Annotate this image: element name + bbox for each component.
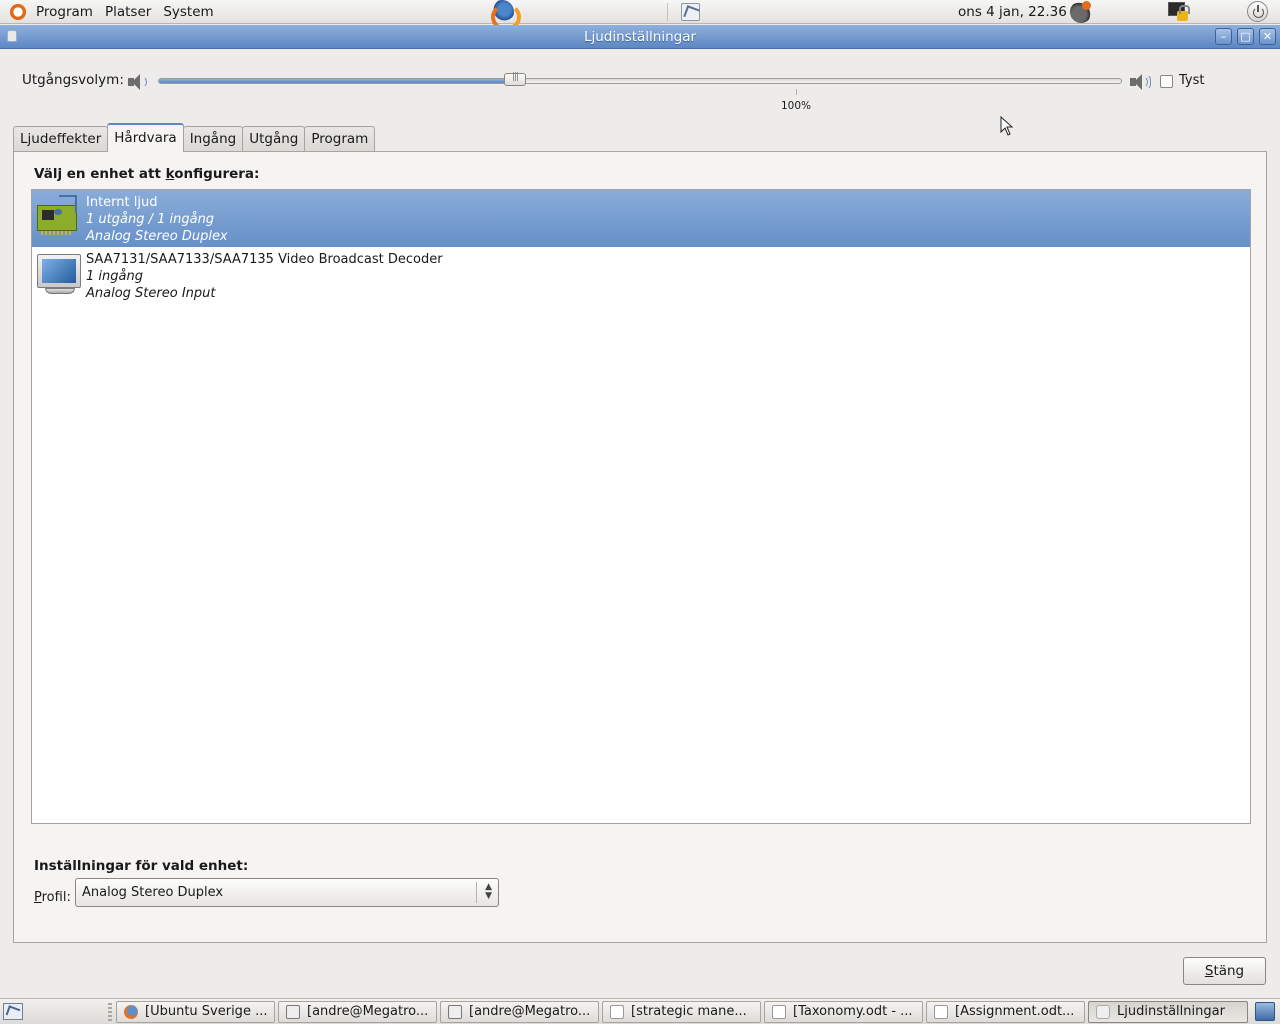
tab-applications[interactable]: Program — [304, 126, 376, 152]
sound-prefs-icon — [1096, 1005, 1110, 1019]
output-volume-label: Utgångsvolym: — [22, 72, 124, 88]
profile-selected-value: Analog Stereo Duplex — [82, 885, 224, 900]
document-icon — [772, 1005, 786, 1019]
device-io: 1 utgång / 1 ingång — [86, 212, 215, 227]
window-title: Ljudinställningar — [583, 29, 697, 45]
device-name: SAA7131/SAA7133/SAA7135 Video Broadcast … — [86, 252, 443, 267]
screenshot-launcher-icon[interactable] — [681, 3, 700, 21]
trash-icon[interactable] — [1255, 1002, 1275, 1021]
volume-tick-label: 100% — [781, 100, 812, 112]
speaker-low-icon — [128, 73, 147, 91]
menu-program[interactable]: Program — [30, 0, 99, 24]
hardware-tab-page: Välj en enhet att konfigurera: Internt l… — [13, 151, 1267, 943]
taskbar-item-sound-prefs[interactable]: Ljudinställningar — [1088, 1001, 1248, 1023]
firefox-icon — [124, 1005, 138, 1019]
mute-checkbox[interactable] — [1160, 75, 1173, 88]
taskbar-handle[interactable] — [108, 1003, 112, 1021]
clock[interactable]: ons 4 jan, 22.36 — [958, 4, 1067, 20]
updown-arrows-icon: ▲ ▼ — [485, 882, 492, 901]
show-desktop-icon[interactable] — [3, 1003, 23, 1020]
select-separator — [476, 882, 477, 903]
taskbar-item-assignment[interactable]: [Assignment.odt... — [926, 1001, 1085, 1023]
taskbar-item-firefox[interactable]: [Ubuntu Sverige ... — [116, 1001, 275, 1023]
profile-label: Profil: — [34, 890, 71, 905]
maximize-button[interactable]: □ — [1237, 28, 1254, 45]
menu-platser[interactable]: Platser — [99, 0, 157, 24]
speaker-high-icon — [1130, 73, 1152, 91]
update-notifier-icon[interactable] — [1070, 1, 1092, 23]
monitor-icon — [35, 250, 83, 298]
ubuntu-logo-icon[interactable] — [8, 1, 28, 22]
panel-separator — [667, 3, 668, 21]
device-profile: Analog Stereo Duplex — [86, 229, 228, 244]
close-button[interactable]: Stäng — [1183, 957, 1266, 985]
taskbar-item-terminal-1[interactable]: [andre@Megatro... — [278, 1001, 437, 1023]
tab-hardware[interactable]: Hårdvara — [107, 123, 184, 152]
taskbar-item-taxonomy[interactable]: [Taxonomy.odt - ... — [764, 1001, 923, 1023]
choose-device-heading: Välj en enhet att konfigurera: — [34, 166, 260, 182]
menu-system[interactable]: System — [157, 0, 219, 24]
tab-output[interactable]: Utgång — [242, 126, 306, 152]
mute-label[interactable]: Tyst — [1179, 73, 1204, 88]
tab-input[interactable]: Ingång — [182, 126, 244, 152]
soundcard-icon — [35, 193, 83, 241]
power-icon[interactable] — [1247, 1, 1268, 22]
tab-bar: Ljudeffekter Hårdvara Ingång Utgång Prog… — [13, 123, 376, 152]
spreadsheet-icon — [610, 1005, 624, 1019]
minimize-button[interactable]: – — [1215, 28, 1232, 45]
output-volume-slider[interactable] — [158, 78, 1122, 84]
profile-select[interactable]: Analog Stereo Duplex ▲ ▼ — [75, 878, 499, 907]
volume-slider-fill — [159, 79, 515, 83]
window-titlebar[interactable]: Ljudinställningar – □ ✕ — [0, 25, 1280, 49]
taskbar-item-terminal-2[interactable]: [andre@Megatro... — [440, 1001, 599, 1023]
list-item-video-decoder[interactable]: SAA7131/SAA7133/SAA7135 Video Broadcast … — [32, 247, 1250, 304]
terminal-icon — [286, 1005, 300, 1019]
close-window-button[interactable]: ✕ — [1259, 28, 1276, 45]
device-name: Internt ljud — [86, 195, 158, 210]
terminal-icon — [448, 1005, 462, 1019]
device-io: 1 ingång — [86, 269, 143, 284]
device-profile: Analog Stereo Input — [86, 286, 216, 301]
taskbar-item-spreadsheet[interactable]: [strategic mane... — [602, 1001, 761, 1023]
firefox-launcher-icon[interactable] — [490, 0, 521, 31]
document-icon — [934, 1005, 948, 1019]
sound-preferences-window: Utgångsvolym: 100% Tyst Ljudeffekter Hår… — [0, 49, 1280, 997]
top-panel: Program Platser System ons 4 jan, 22.36 — [0, 0, 1280, 31]
list-item-internal-audio[interactable]: Internt ljud 1 utgång / 1 ingång Analog … — [32, 190, 1250, 247]
volume-tick-mark — [796, 89, 797, 95]
lock-screen-icon[interactable] — [1168, 1, 1190, 23]
tab-sound-effects[interactable]: Ljudeffekter — [13, 126, 109, 152]
device-settings-heading: Inställningar för vald enhet: — [34, 858, 249, 874]
device-list[interactable]: Internt ljud 1 utgång / 1 ingång Analog … — [31, 189, 1251, 824]
volume-slider-handle[interactable] — [504, 72, 526, 86]
bottom-taskbar: [Ubuntu Sverige ... [andre@Megatro... [a… — [0, 998, 1280, 1024]
